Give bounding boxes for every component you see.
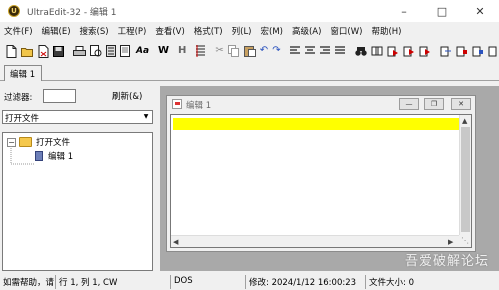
find-icon[interactable]: [354, 45, 367, 58]
menu-view[interactable]: 查看(V): [151, 25, 188, 37]
replace-icon[interactable]: [387, 45, 399, 58]
font-icon[interactable]: Aa: [136, 45, 149, 58]
text-editor[interactable]: ▲ ▼ ◀ ▶ ⋱: [170, 114, 472, 248]
menu-file[interactable]: 文件(F): [0, 25, 37, 37]
document-tab-strip: 编辑 1: [0, 63, 499, 81]
menu-project[interactable]: 工程(P): [114, 25, 151, 37]
paste-icon[interactable]: [243, 45, 256, 58]
child-window-title: 编辑 1: [186, 101, 212, 111]
tab-edit-1[interactable]: 编辑 1: [4, 65, 42, 81]
main-toolbar: Aa W H ✂ ↶ ↷: [0, 40, 499, 62]
redo-icon[interactable]: ↷: [272, 45, 280, 58]
menu-window[interactable]: 窗口(W): [326, 25, 366, 37]
print-icon[interactable]: [73, 45, 86, 58]
watermark-text: 吾爱破解论坛: [405, 254, 490, 269]
align-left-icon[interactable]: [289, 45, 301, 58]
next-bookmark-icon[interactable]: [472, 45, 484, 58]
save-icon[interactable]: [53, 45, 64, 58]
status-help: 如需帮助，请: [3, 278, 55, 288]
scroll-left-icon[interactable]: ◀: [173, 238, 178, 246]
current-line-highlight: [173, 118, 459, 130]
page-setup-icon[interactable]: [106, 45, 116, 58]
print-preview-icon[interactable]: [90, 45, 102, 58]
justify-icon[interactable]: [334, 45, 346, 58]
horizontal-scrollbar[interactable]: ◀ ▶: [171, 235, 459, 247]
window-title: UltraEdit-32 - 编辑 1: [27, 7, 117, 18]
child-minimize-button[interactable]: —: [399, 98, 419, 110]
maximize-button[interactable]: □: [423, 0, 461, 22]
cut-icon[interactable]: ✂: [215, 45, 223, 58]
menu-help[interactable]: 帮助(H): [367, 25, 405, 37]
status-cursor-position: 行 1, 列 1, CW: [55, 275, 165, 289]
status-modified-time: 修改: 2024/1/12 16:00:23: [245, 275, 363, 289]
goto-icon[interactable]: [440, 45, 452, 58]
close-button[interactable]: ✕: [461, 0, 499, 22]
document-icon[interactable]: [172, 99, 182, 109]
menu-search[interactable]: 搜索(S): [76, 25, 113, 37]
dropdown-arrow-icon[interactable]: ▼: [141, 112, 151, 122]
file-list-panel: 过滤器: 刷新(&) 打开文件 ▼ − 打开文件 编辑 1: [0, 86, 156, 271]
menu-advanced[interactable]: 高级(A): [288, 25, 325, 37]
file-view-select-value: 打开文件: [5, 114, 40, 124]
vertical-scroll-thumb[interactable]: [461, 127, 470, 232]
status-line-format: DOS: [170, 275, 240, 289]
status-file-size: 文件大小: 0: [365, 275, 465, 289]
find-next-icon[interactable]: [371, 45, 383, 58]
menu-macro[interactable]: 宏(M): [257, 25, 287, 37]
menu-bar: 文件(F) 编辑(E) 搜索(S) 工程(P) 查看(V) 格式(T) 列(L)…: [0, 22, 499, 40]
child-close-button[interactable]: ✕: [451, 98, 471, 110]
child-window-titlebar[interactable]: 编辑 1 — ❐ ✕: [167, 96, 475, 112]
copy-icon[interactable]: [227, 45, 240, 58]
filter-label: 过滤器:: [4, 93, 33, 103]
find-in-files-icon[interactable]: [403, 45, 415, 58]
undo-icon[interactable]: ↶: [260, 45, 268, 58]
file-view-select[interactable]: 打开文件 ▼: [2, 110, 153, 124]
more-tools-icon[interactable]: [488, 45, 498, 58]
menu-edit[interactable]: 编辑(E): [38, 25, 75, 37]
new-file-icon[interactable]: [6, 44, 17, 58]
spell-check-icon[interactable]: [120, 45, 132, 58]
minimize-button[interactable]: –: [385, 0, 423, 22]
scroll-up-icon[interactable]: ▲: [462, 117, 467, 125]
title-bar: U UltraEdit-32 - 编辑 1 – □ ✕: [0, 0, 499, 22]
menu-column[interactable]: 列(L): [228, 25, 256, 37]
tree-node-label: 编辑 1: [48, 152, 74, 162]
close-file-icon[interactable]: [38, 44, 49, 58]
replace-in-files-icon[interactable]: [419, 45, 431, 58]
editor-child-window: 编辑 1 — ❐ ✕ ▲ ▼ ◀ ▶ ⋱: [166, 95, 476, 252]
filter-input[interactable]: [43, 89, 76, 103]
vertical-scrollbar[interactable]: ▲ ▼: [459, 115, 471, 247]
hex-mode-icon[interactable]: H: [178, 45, 186, 58]
refresh-button[interactable]: 刷新(&): [112, 90, 142, 102]
toggle-bookmark-icon[interactable]: [456, 45, 468, 58]
word-wrap-icon[interactable]: W: [158, 45, 169, 58]
file-tree: − 打开文件 编辑 1: [2, 132, 153, 271]
scroll-right-icon[interactable]: ▶: [448, 238, 453, 246]
status-bar: 如需帮助，请 行 1, 列 1, CW DOS 修改: 2024/1/12 16…: [0, 273, 499, 290]
child-restore-button[interactable]: ❐: [424, 98, 444, 110]
column-markers-icon[interactable]: [195, 45, 206, 58]
open-folder-icon[interactable]: [21, 45, 34, 58]
align-right-icon[interactable]: [319, 45, 331, 58]
menu-format[interactable]: 格式(T): [190, 25, 227, 37]
tree-connector-lines: [10, 146, 35, 165]
resize-grip-icon[interactable]: ⋱: [459, 235, 471, 247]
ultraedit-app-icon[interactable]: U: [8, 5, 20, 17]
align-center-icon[interactable]: [304, 45, 316, 58]
